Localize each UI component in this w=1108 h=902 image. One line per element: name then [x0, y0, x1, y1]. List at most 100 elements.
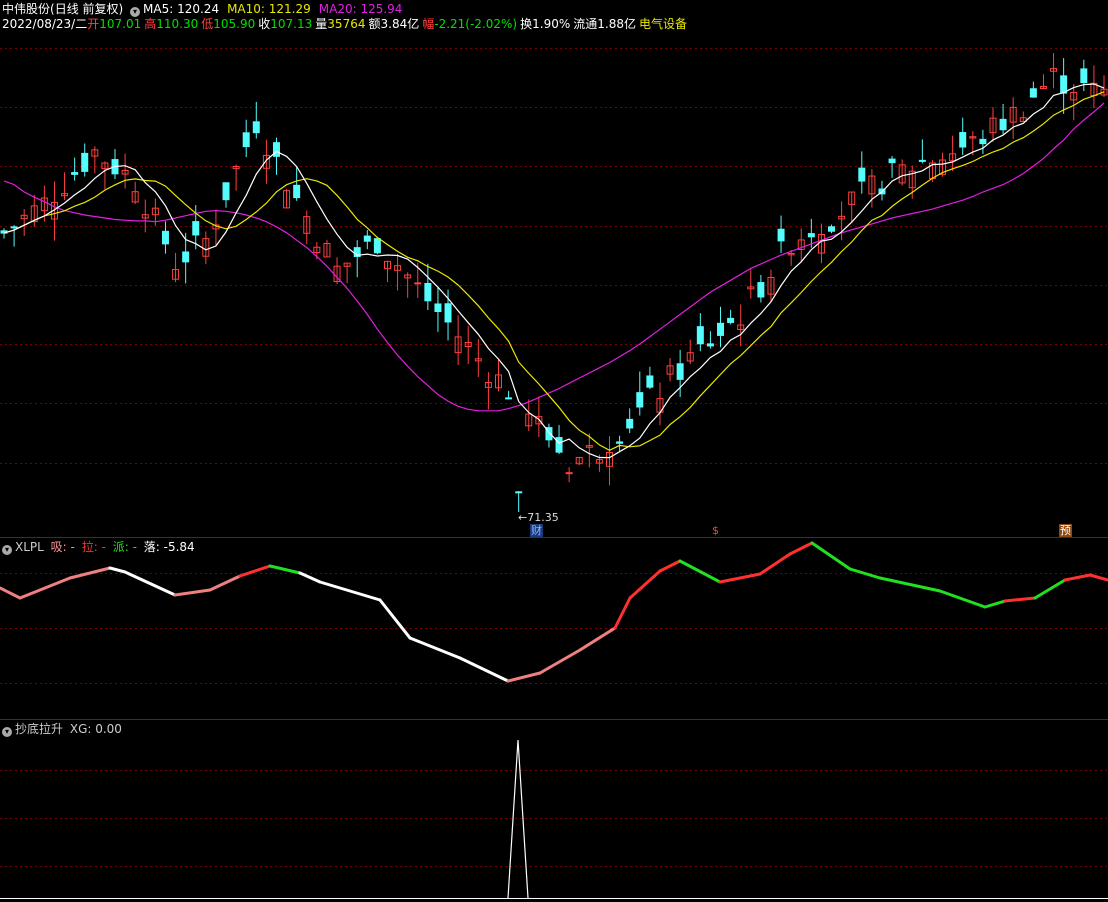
xlpl-segment [758, 552, 792, 576]
xlpl-segment [983, 599, 1007, 609]
xlpl-segment [268, 564, 302, 575]
amount-label: 额 [368, 17, 381, 31]
candle-body [636, 392, 644, 408]
xlpl-la: 拉: - [81, 540, 106, 554]
float-value: 1.88亿 [597, 17, 637, 31]
candle-body [363, 235, 371, 242]
turnover-value: 1.90% [532, 17, 571, 31]
candle-body [444, 303, 452, 323]
xlpl-chart[interactable] [0, 538, 1108, 720]
xlpl-segment [878, 576, 942, 593]
xlpl-luo: 落: -5.84 [143, 540, 195, 554]
xlpl-segment [1063, 573, 1092, 582]
low-label: 低 [201, 17, 214, 31]
candle-body [676, 363, 684, 380]
candle-body [505, 397, 513, 400]
xlpl-segment [208, 574, 242, 592]
candle-body [10, 226, 18, 229]
candle-body [565, 472, 573, 475]
candle-body [252, 121, 260, 134]
candle-body [515, 491, 523, 494]
candle-body [777, 228, 785, 242]
ma10-line [3, 91, 1105, 451]
xlpl-xi: 吸: - [50, 540, 75, 554]
candle-body [828, 226, 836, 232]
candle-body [727, 317, 735, 323]
volume-value: 35764 [327, 17, 366, 31]
candle-body [858, 167, 866, 182]
xlpl-pai: 派: - [112, 540, 137, 554]
close-value: 107.13 [270, 17, 313, 31]
candle-body [192, 221, 200, 236]
xlpl-segment [1088, 573, 1108, 582]
xlpl-segment [718, 572, 762, 584]
candle-body [1029, 88, 1037, 98]
cdls-toggle-icon[interactable]: ▾ [2, 727, 12, 737]
candle-body [706, 343, 714, 347]
xlpl-segment [378, 598, 412, 640]
candle-body [434, 303, 442, 312]
candle-body [182, 251, 190, 263]
settings-toggle-icon[interactable]: ▾ [130, 7, 141, 17]
change-value: -2.21(-2.02%) [434, 17, 518, 31]
xlpl-toggle-icon[interactable]: ▾ [2, 545, 12, 555]
close-label: 收 [258, 17, 271, 31]
trade-date: 2022/08/23/二 [2, 17, 88, 31]
cdls-xg: XG: 0.00 [69, 722, 122, 736]
low-value: 105.90 [213, 17, 256, 31]
forecast-marker[interactable]: 预 [1059, 524, 1072, 537]
sector-label[interactable]: 电气设备 [639, 17, 687, 31]
candle-body [918, 159, 926, 162]
financial-report-marker[interactable]: 财 [530, 524, 543, 537]
price-chart[interactable] [0, 0, 1108, 537]
ma10-label: MA10: 121.29 [227, 2, 311, 16]
xlpl-segment [108, 566, 127, 574]
amount-value: 3.84亿 [380, 17, 420, 31]
low-price-marker: ←71.35 [518, 511, 559, 524]
xlpl-segment [658, 559, 682, 573]
price-chart-panel[interactable]: 中伟股份(日线 前复权) ▾ MA5: 120.24 MA10: 121.29 MA2… [0, 0, 1108, 537]
cdls-indicator-panel[interactable]: ▾ 抄底拉升 XG: 0.00 [0, 719, 1108, 902]
xlpl-segment [173, 588, 212, 597]
xlpl-segment [613, 596, 632, 630]
candle-body [888, 158, 896, 164]
ma20-label: MA20: 125.94 [318, 2, 403, 16]
xlpl-segment [1033, 578, 1067, 600]
xlpl-segment [578, 626, 617, 652]
stock-name: 中伟股份 [2, 2, 51, 16]
xlpl-header: ▾ XLPL 吸: - 拉: - 派: - 落: -5.84 [2, 540, 198, 555]
candle-body [807, 233, 815, 238]
open-label: 开 [87, 17, 100, 31]
candle-body [626, 418, 634, 429]
xlpl-segment [318, 580, 382, 602]
xlpl-segment [408, 636, 462, 660]
candle-body [424, 282, 432, 302]
cdls-name: 抄底拉升 [15, 722, 64, 736]
candle-body [373, 238, 381, 254]
chart-mode: (日线 前复权) [50, 2, 124, 16]
xlpl-segment [938, 589, 987, 609]
candle-body [71, 172, 79, 175]
cdls-chart[interactable] [0, 720, 1108, 902]
float-label: 流通 [573, 17, 598, 31]
candle-body [555, 437, 563, 453]
ma20-line [3, 102, 1105, 412]
candle-body [646, 375, 654, 388]
dividend-marker[interactable]: $ [711, 524, 720, 537]
xlpl-segment [458, 656, 510, 683]
candle-body [959, 132, 967, 148]
cdls-header: ▾ 抄底拉升 XG: 0.00 [2, 722, 125, 737]
candle-body [293, 184, 301, 199]
candle-body [717, 322, 725, 336]
xlpl-name: XLPL [15, 540, 44, 554]
candle-body [757, 282, 765, 298]
xlpl-segment [238, 564, 272, 578]
xlpl-indicator-panel[interactable]: ▾ XLPL 吸: - 拉: - 派: - 落: -5.84 [0, 537, 1108, 720]
xlpl-segment [628, 569, 662, 600]
volume-label: 量 [315, 17, 328, 31]
candle-body [1080, 68, 1088, 84]
price-header-line1: 中伟股份(日线 前复权) ▾ MA5: 120.24 MA10: 121.29 MA2… [2, 2, 405, 17]
candle-body [696, 326, 704, 345]
turnover-label: 换 [520, 17, 533, 31]
candle-body [414, 282, 422, 285]
